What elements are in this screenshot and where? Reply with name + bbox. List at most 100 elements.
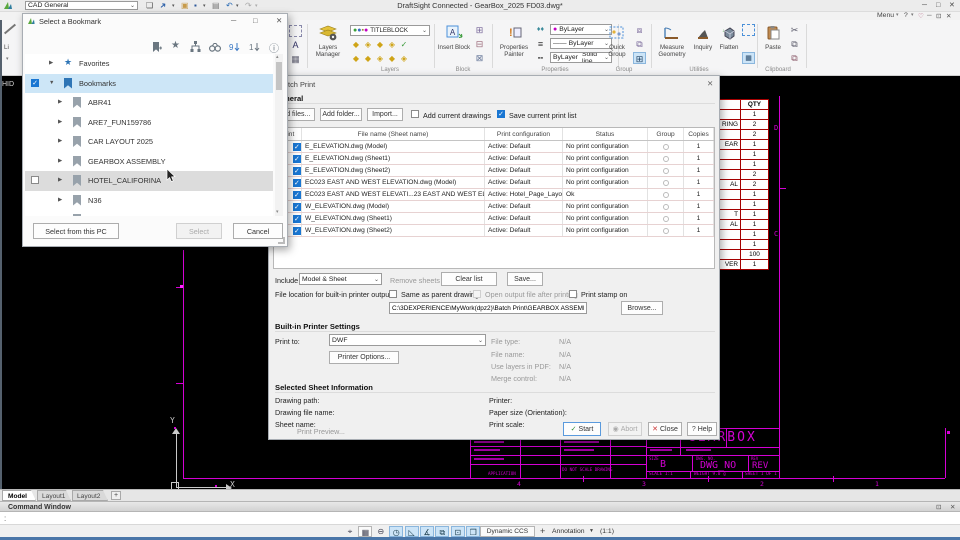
column-header[interactable]: Print configuration <box>485 128 563 140</box>
tree-item-checkbox[interactable] <box>31 176 39 184</box>
close-button[interactable]: ✕ <box>949 1 955 10</box>
abort-button[interactable]: ◉ Abort <box>608 422 642 436</box>
dynamic-input-icon[interactable]: ⊡ <box>450 526 465 537</box>
quick-group-button[interactable]: Quick Group <box>601 24 633 66</box>
print-row-checkbox[interactable]: ✓ <box>293 226 301 235</box>
column-header[interactable]: File name (Sheet name) <box>302 128 485 140</box>
viewport-tool-icon[interactable] <box>289 25 302 37</box>
table-row[interactable]: ✓ E_ELEVATION.dwg (Sheet2) Active: Default… <box>274 165 714 177</box>
measure-geometry-button[interactable]: Measure Geometry <box>655 24 689 66</box>
grip-point[interactable] <box>215 485 217 487</box>
tab-layout2[interactable]: Layout2 <box>72 490 108 501</box>
doc-restore-button[interactable]: ⊡ <box>936 12 941 20</box>
annotation-scale-button[interactable]: Annotation <box>552 528 585 535</box>
table-row[interactable]: ✓ EC023 EAST AND WEST ELEVATI...23 EAST A… <box>274 189 714 201</box>
layer-tool-icon[interactable]: ◆ <box>350 39 362 50</box>
column-header[interactable]: Copies <box>684 128 714 140</box>
tree-item-car-layout-2025[interactable]: ▶ CAR LAYOUT 2025 <box>25 132 273 152</box>
help-button[interactable]: ? <box>904 12 908 19</box>
include-combo[interactable]: Model & Sheet ⌄ <box>299 273 382 285</box>
expand-arrow-icon[interactable]: ▶ <box>58 99 62 105</box>
grip-point[interactable] <box>180 285 183 288</box>
3d-workspace-icon[interactable]: ❒ <box>466 526 481 537</box>
polar-tracking-icon[interactable]: ◷ <box>389 526 404 537</box>
layer-tool-icon[interactable]: ◈ <box>362 39 374 50</box>
expand-arrow-icon[interactable]: ▶ <box>58 138 62 144</box>
layer-combo[interactable]: ● ● ▪ ● TITLEBLOCK ⌄ <box>350 25 430 36</box>
entity-snap-icon[interactable]: ◺ <box>404 526 419 537</box>
edit-block-icon[interactable]: ⊟ <box>473 38 486 50</box>
table-row[interactable]: ✓ E_ELEVATION.dwg (Model) Active: Default N… <box>274 141 714 153</box>
add-layout-button[interactable]: + <box>111 491 121 500</box>
expand-arrow-icon[interactable]: ▶ <box>58 158 62 164</box>
clear-list-button[interactable]: Clear list <box>441 272 497 286</box>
print-stamp-checkbox[interactable] <box>569 290 577 298</box>
add-status-item-button[interactable]: + <box>540 526 545 536</box>
group-radio-icon[interactable] <box>662 155 669 162</box>
layer-tool-icon[interactable]: ◆ <box>374 39 386 50</box>
doc-close-button[interactable]: ✕ <box>946 12 951 20</box>
entity-tracking-icon[interactable]: ∡ <box>420 526 434 537</box>
expand-arrow-icon[interactable]: ▶ <box>49 60 53 66</box>
make-block-icon[interactable]: ⊞ <box>473 24 486 36</box>
ortho-icon[interactable]: ⊖ <box>374 526 388 537</box>
ungroup-icon[interactable]: ⧉ <box>633 38 646 50</box>
minimize-button[interactable]: ─ <box>922 1 927 10</box>
cut-scissors-icon[interactable]: ✂ <box>788 24 801 36</box>
column-header[interactable]: Status <box>563 128 648 140</box>
group-radio-icon[interactable] <box>662 143 669 150</box>
start-button[interactable]: ✓ Start <box>563 422 601 436</box>
table-row[interactable]: ✓ EC023 EAST AND WEST ELEVATION.dwg (Mode… <box>274 177 714 189</box>
sort-descending-icon[interactable]: 1 <box>249 41 261 53</box>
scroll-up-icon[interactable]: ▴ <box>276 54 279 60</box>
output-path-input[interactable] <box>389 302 587 314</box>
search-binoculars-icon[interactable] <box>209 41 221 53</box>
cell-copies[interactable]: 1 <box>684 201 714 212</box>
table-row[interactable]: ✓ W_ELEVATION.dwg (Sheet1) Active: Default… <box>274 213 714 225</box>
group-radio-icon[interactable] <box>662 191 669 198</box>
select-from-pc-button[interactable]: Select from this PC <box>33 223 119 239</box>
close-panel-icon[interactable]: ✕ <box>950 503 955 511</box>
copy-with-basepoint-icon[interactable]: ⧉ <box>788 52 801 64</box>
print-preview-button[interactable]: Print Preview... <box>297 427 345 436</box>
add-current-drawings-checkbox[interactable] <box>411 110 419 118</box>
layer-tool-icon[interactable]: ◆ <box>362 53 374 64</box>
annotation-chevron-icon[interactable]: ▼ <box>589 528 594 534</box>
print-row-checkbox[interactable]: ✓ <box>293 202 301 211</box>
inquiry-button[interactable]: Inquiry <box>690 24 716 66</box>
cell-copies[interactable]: 1 <box>684 213 714 224</box>
layer-tool-icon[interactable]: ◈ <box>374 53 386 64</box>
tree-item-bookmarks[interactable]: ✓ ▼ Bookmarks <box>25 73 273 93</box>
paste-button[interactable]: Paste <box>760 24 786 66</box>
close-icon[interactable]: ✕ <box>707 79 713 88</box>
grid-icon[interactable]: ▦ <box>358 526 373 537</box>
printer-options-button[interactable]: Printer Options... <box>329 351 399 364</box>
same-as-parent-checkbox[interactable] <box>389 290 397 298</box>
help-button[interactable]: ? Help <box>687 422 717 436</box>
bookmark-tree[interactable]: ▶ ★ Favorites ✓ ▼ Bookmarks ▶ ABR41 ▶ ARE7_FUN159… <box>25 54 273 216</box>
grip-point[interactable] <box>947 431 950 434</box>
layer-tool-icon[interactable]: ◆ <box>350 53 362 64</box>
copy-icon[interactable]: ⧉ <box>788 38 801 50</box>
table-row[interactable]: ✓ E_ELEVATION.dwg (Sheet1) Active: Default… <box>274 153 714 165</box>
sort-ascending-icon[interactable]: 9 <box>229 41 241 53</box>
cell-copies[interactable]: 1 <box>684 165 714 176</box>
column-header[interactable]: Group <box>648 128 684 140</box>
table-row[interactable]: ✓ W_ELEVATION.dwg (Model) Active: Default N… <box>274 201 714 213</box>
print-row-checkbox[interactable]: ✓ <box>293 214 301 223</box>
line-tool-icon[interactable] <box>3 23 17 35</box>
insert-block-button[interactable]: A Insert Block <box>437 24 471 66</box>
doc-minimize-button[interactable]: ─ <box>927 12 932 19</box>
selection-filter-icon[interactable] <box>742 24 755 36</box>
tree-scrollbar[interactable]: ▴ ▾ <box>275 54 283 216</box>
tree-item-are7-fun159786[interactable]: ▶ ARE7_FUN159786 <box>25 113 273 133</box>
layer-tool-icon[interactable]: ◈ <box>386 39 398 50</box>
tree-item-hotel-califorina[interactable]: ▶ HOTEL_CALIFORINA <box>25 171 273 191</box>
group-radio-icon[interactable] <box>662 215 669 222</box>
table-tool-icon[interactable]: ▦ <box>289 53 302 65</box>
tree-item-partial[interactable]: ▶ <box>25 210 273 216</box>
cancel-button[interactable]: Cancel <box>233 223 283 239</box>
menu-chevron-icon[interactable]: ▾ <box>896 12 899 18</box>
linetype-icon[interactable]: ╍ <box>534 52 547 64</box>
maximize-icon[interactable]: □ <box>253 16 257 25</box>
